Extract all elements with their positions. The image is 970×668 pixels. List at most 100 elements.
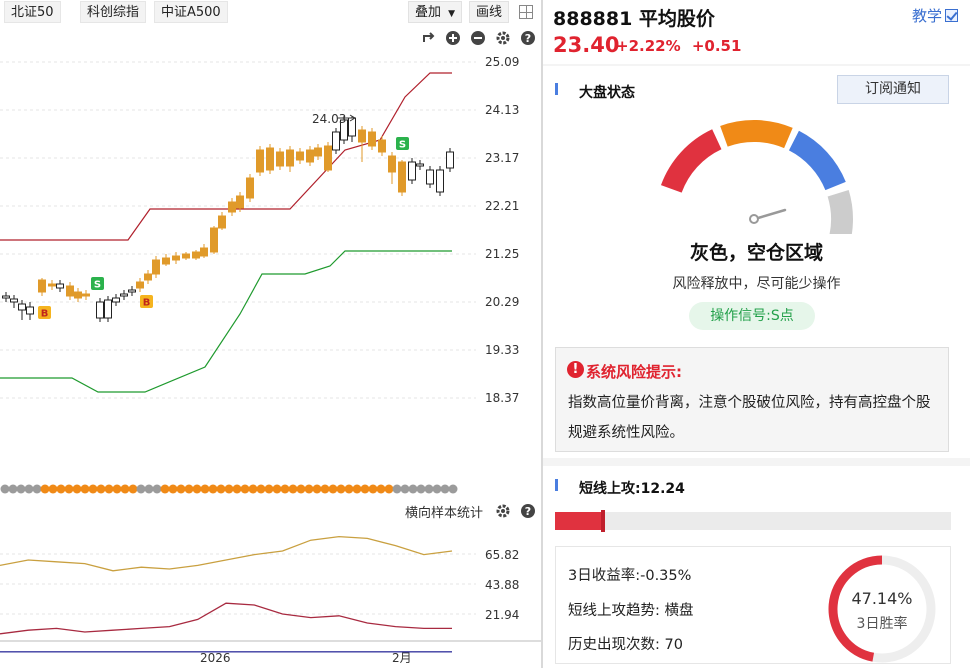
sub-tick-label: 43.88 — [485, 578, 519, 592]
candle-body — [398, 161, 406, 193]
sample-stats-title: 横向样本统计 — [405, 506, 484, 521]
candle-body — [200, 247, 208, 257]
candlestick-chart[interactable]: 25.09 24.13 23.17 22.21 21.25 20.29 19.33 18.37… — [0, 52, 541, 480]
market-state-title: 大盘状态 — [579, 85, 635, 101]
status-dot — [128, 484, 138, 494]
stock-price: 23.40 — [553, 33, 620, 57]
status-dot — [64, 484, 74, 494]
sub-tick-label: 65.82 — [485, 548, 519, 562]
index-tab-zza500[interactable]: 中证A500 — [154, 1, 228, 23]
signal-sell-2[interactable]: S — [396, 137, 409, 151]
candle-body — [152, 259, 160, 275]
status-dot — [192, 484, 202, 494]
status-dot — [288, 484, 298, 494]
change-abs: +0.51 — [691, 37, 742, 55]
caret-down-icon: ▼ — [448, 9, 456, 19]
subscribe-button[interactable]: 订阅通知 — [837, 75, 949, 104]
status-dot — [400, 484, 410, 494]
candle-body — [26, 306, 34, 315]
candle-body — [416, 163, 424, 167]
candle-body — [368, 131, 376, 147]
status-dot — [112, 484, 122, 494]
status-dot — [200, 484, 210, 494]
draw-line-button[interactable]: 画线 — [469, 1, 510, 23]
candle-body — [408, 161, 416, 181]
status-dot — [432, 484, 442, 494]
teach-link[interactable]: 教学 — [912, 5, 958, 26]
status-dot — [248, 484, 258, 494]
candle-body — [426, 169, 434, 185]
stock-header: 888881 平均股价 教学 23.40 +2.22% +0.51 — [543, 0, 970, 64]
reset-icon[interactable] — [420, 30, 436, 46]
short-attack-title: 短线上攻:12.24 — [579, 481, 685, 497]
status-dot — [296, 484, 306, 494]
candle-body — [10, 298, 18, 303]
status-dot — [368, 484, 378, 494]
stats-gear-icon[interactable] — [495, 503, 511, 519]
risk-title: 系统风险提示: — [586, 363, 682, 381]
candle-body — [128, 289, 136, 293]
status-dot — [56, 484, 66, 494]
price-tick-label: 23.17 — [485, 151, 519, 165]
signal-buy-1[interactable]: B — [38, 306, 51, 320]
info-panel: 888881 平均股价 教学 23.40 +2.22% +0.51 大盘状态 订… — [543, 0, 970, 668]
candle-body — [436, 169, 444, 193]
status-dot — [72, 484, 82, 494]
status-dot — [264, 484, 274, 494]
winrate-ring-chart — [828, 555, 936, 663]
sample-stats-chart[interactable]: 65.82 43.88 21.94 2026 2月 — [0, 524, 541, 668]
layout-grid-icon[interactable] — [519, 5, 533, 19]
winrate-value: 47.14% — [851, 589, 913, 608]
overlay-label: 叠加 — [415, 5, 442, 20]
price-tick-label: 18.37 — [485, 391, 519, 405]
short-attack-progress — [555, 510, 951, 532]
status-dot — [216, 484, 226, 494]
short-attack-card: 短线上攻:12.24 3日收益率:-0.35% 短线上攻趋势: 横盘 历史出现次… — [543, 466, 970, 668]
status-dot — [344, 484, 354, 494]
svg-text:?: ? — [525, 32, 531, 45]
status-dot — [160, 484, 170, 494]
market-state-card: 大盘状态 订阅通知 灰色，空仓区域 风险释放中，尽可能少操作 操作信号:S点 !… — [543, 66, 970, 458]
candle-body — [446, 151, 454, 169]
status-dot — [144, 484, 154, 494]
section-marker — [555, 83, 558, 95]
status-dot — [424, 484, 434, 494]
candle-body — [56, 283, 64, 289]
system-risk-box: ! 系统风险提示: 指数高位量价背离，注意个股破位风险，持有高控盘个股规避系统性… — [555, 347, 949, 452]
signal-sell-letter: S — [94, 280, 101, 291]
gear-icon[interactable] — [495, 30, 511, 46]
status-dot — [168, 484, 178, 494]
status-dot — [208, 484, 218, 494]
candle-body — [38, 279, 46, 293]
signal-buy-2[interactable]: B — [140, 295, 153, 309]
sub-axis: 65.82 43.88 21.94 — [485, 548, 519, 622]
candle-body — [120, 293, 128, 297]
candle-body — [246, 177, 254, 199]
zoom-in-icon[interactable] — [445, 30, 461, 46]
teach-label: 教学 — [911, 7, 942, 25]
status-dot — [0, 484, 10, 494]
status-dot — [440, 484, 450, 494]
candle-body — [66, 285, 74, 297]
status-dot — [104, 484, 114, 494]
gauge-pivot — [749, 214, 759, 224]
help-icon[interactable]: ? — [520, 30, 536, 46]
candle-body — [276, 151, 284, 167]
index-tab-kczz[interactable]: 科创综指 — [80, 1, 147, 23]
status-dot — [320, 484, 330, 494]
gauge-segment — [720, 120, 793, 149]
price-tick-label: 24.13 — [485, 103, 519, 117]
index-tab-bz50[interactable]: 北证50 — [4, 1, 61, 23]
stats-help-icon[interactable]: ? — [520, 503, 536, 519]
status-dot — [184, 484, 194, 494]
status-dot — [256, 484, 266, 494]
candle-body — [332, 131, 340, 151]
status-dot — [8, 484, 18, 494]
gauge-segment — [788, 130, 846, 191]
operation-signal-badge: 操作信号:S点 — [689, 302, 815, 330]
winrate-label: 3日胜率 — [856, 616, 908, 632]
signal-sell-1[interactable]: S — [91, 277, 104, 291]
zoom-out-icon[interactable] — [470, 30, 486, 46]
overlay-button[interactable]: 叠加 ▼ — [408, 1, 463, 23]
status-dot — [176, 484, 186, 494]
